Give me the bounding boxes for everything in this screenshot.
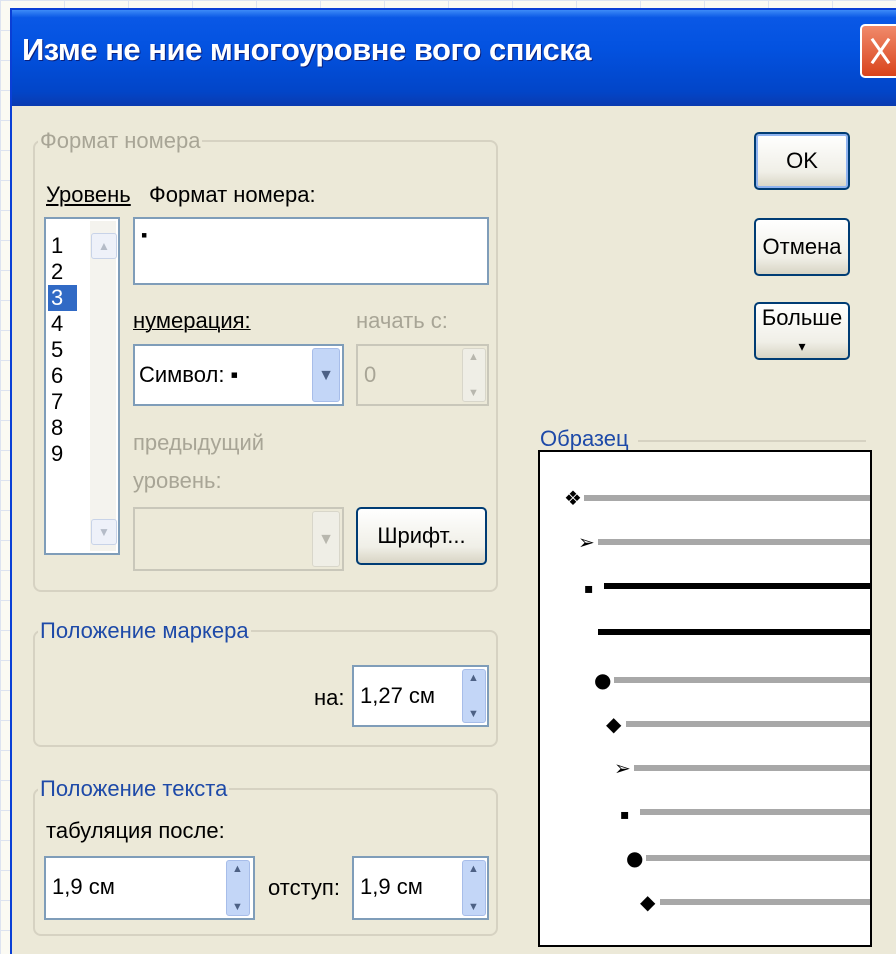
chevron-down-icon[interactable]: ▼ [312, 511, 340, 567]
previous-level-label-1: предыдущий [133, 430, 265, 455]
tab-after-label: табуляция после: [46, 818, 225, 843]
scroll-up-icon[interactable]: ▲ [91, 233, 117, 259]
number-format-legend: Формат номера [38, 128, 203, 154]
marker-position-legend: Положение маркера [38, 618, 251, 644]
marker-position-spinner[interactable] [462, 669, 486, 723]
level-item[interactable]: 4 [48, 311, 77, 337]
indent-label: отступ: [268, 875, 340, 900]
tab-after-spinner[interactable] [226, 860, 250, 916]
start-at-label: начать с: [356, 308, 448, 333]
indent-spinner[interactable] [462, 860, 486, 916]
close-icon[interactable] [860, 24, 896, 78]
text-position-legend: Положение текста [38, 776, 230, 802]
preview-bullet: ➢ [614, 756, 631, 780]
preview-bullet: ● [626, 846, 643, 870]
level-item[interactable]: 9 [48, 441, 77, 467]
preview-label: Образец [540, 426, 629, 451]
level-label: Уровень [46, 182, 131, 207]
numbering-label: нумерация: [133, 308, 251, 333]
preview-bullet: ▪ [620, 807, 630, 823]
indent-value: 1,9 см [360, 874, 423, 899]
preview-divider [638, 440, 866, 442]
level-item[interactable]: 2 [48, 259, 77, 285]
level-item[interactable]: 6 [48, 363, 77, 389]
chevron-down-icon[interactable]: ▼ [312, 348, 340, 402]
start-at-spinner[interactable] [462, 348, 486, 402]
previous-level-select[interactable]: ▼ [133, 507, 344, 571]
ok-button[interactable]: OK [754, 132, 850, 190]
marker-at-label: на: [314, 685, 345, 710]
font-button[interactable]: Шрифт... [356, 507, 487, 565]
start-at-value: 0 [364, 362, 377, 387]
tab-after-value: 1,9 см [52, 874, 115, 899]
preview-bullet: ◆ [640, 890, 656, 914]
number-format-value: ▪ [141, 225, 148, 245]
preview-bullet: ▪ [584, 581, 594, 597]
level-item[interactable]: 7 [48, 389, 77, 415]
preview-bullet: ❖ [564, 486, 582, 510]
dialog-title: Изме не ние многоуровне вого списка [22, 32, 592, 67]
title-bar[interactable]: Изме не ние многоуровне вого списка [12, 10, 896, 106]
level-item[interactable]: 5 [48, 337, 77, 363]
preview-bullet: ● [594, 668, 611, 692]
level-listbox[interactable]: 1 2 3 4 5 6 7 8 9 ▲ ▼ [44, 217, 120, 555]
cancel-button[interactable]: Отмена [754, 218, 850, 276]
tab-after-input[interactable]: 1,9 см [44, 856, 255, 920]
more-button[interactable]: Больше ▾ [754, 302, 850, 360]
preview-box: ❖ ➢ ▪ ● ◆ ➢ ▪ ● ◆ [538, 450, 872, 947]
numbering-select[interactable]: Символ: ▪ ▼ [133, 344, 344, 406]
marker-position-value: 1,27 см [360, 683, 436, 708]
level-scrollbar[interactable]: ▲ ▼ [90, 221, 117, 551]
previous-level-label-2: уровень: [133, 468, 222, 493]
preview-lines: ❖ ➢ ▪ ● ◆ ➢ ▪ ● ◆ [564, 486, 870, 914]
level-list: 1 2 3 4 5 6 7 8 9 [48, 233, 77, 467]
number-format-label: Формат номера: [149, 182, 316, 207]
number-format-input[interactable]: ▪ [133, 217, 489, 285]
edit-multilevel-list-dialog: Изме не ние многоуровне вого списка Форм… [10, 8, 896, 954]
numbering-value: Символ: ▪ [139, 362, 239, 387]
preview-bullet: ➢ [578, 530, 595, 554]
level-item[interactable]: 1 [48, 233, 77, 259]
scroll-down-icon[interactable]: ▼ [91, 519, 117, 545]
preview-bullet: ◆ [606, 712, 622, 736]
level-item[interactable]: 8 [48, 415, 77, 441]
level-item-selected[interactable]: 3 [48, 285, 77, 311]
chevron-down-icon: ▾ [798, 338, 806, 354]
